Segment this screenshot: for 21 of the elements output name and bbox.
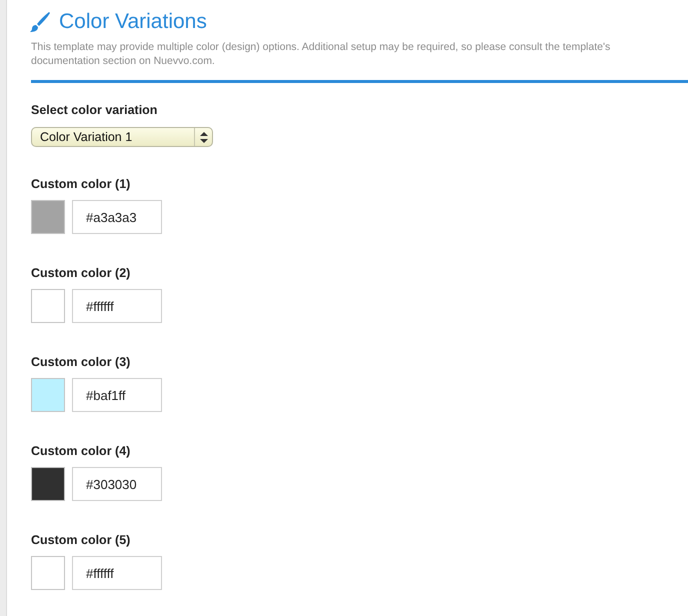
color-swatch[interactable] — [31, 378, 65, 412]
page-title: Color Variations — [59, 10, 207, 34]
color-swatch[interactable] — [31, 556, 65, 590]
color-swatch[interactable] — [31, 289, 65, 323]
field-label: Custom color (4) — [31, 444, 132, 458]
color-swatch[interactable] — [31, 200, 65, 234]
field-label: Custom color (5) — [31, 533, 132, 547]
color-input[interactable]: #ffffff — [72, 289, 162, 323]
color-input[interactable]: #a3a3a3 — [72, 200, 162, 234]
description-text: This template may provide multiple color (design) options. Additional setup may be required, so please consult the template's documentation section on Nuevvo.com. — [31, 40, 612, 68]
color-input[interactable]: #ffffff — [72, 556, 162, 590]
color-input[interactable]: #baf1ff — [72, 378, 162, 412]
field-label: Select color variation — [31, 103, 158, 117]
variation-select[interactable]: Color Variation 1 — [31, 127, 213, 147]
color-swatch[interactable] — [31, 467, 65, 501]
color-input[interactable]: #303030 — [72, 467, 162, 501]
field-label: Custom color (3) — [31, 355, 132, 369]
field-label: Custom color (2) — [31, 266, 132, 280]
field-label: Custom color (1) — [31, 177, 132, 191]
paintbrush-icon — [29, 11, 51, 33]
updown-arrows-icon — [200, 132, 208, 143]
